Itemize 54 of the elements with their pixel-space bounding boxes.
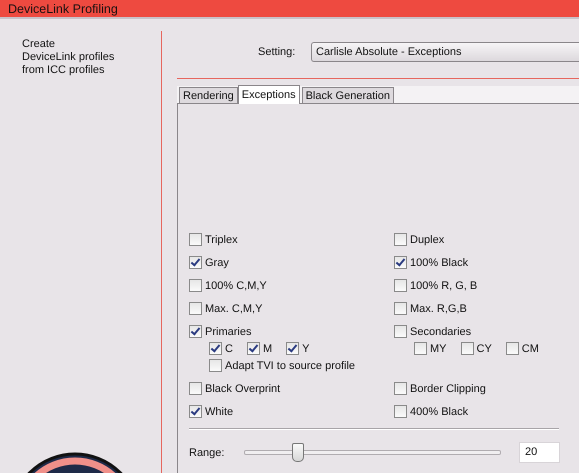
checkbox[interactable] (189, 256, 202, 269)
checkbox[interactable] (189, 382, 202, 395)
tab[interactable]: Exceptions (238, 85, 300, 104)
option-label: Adapt TVI to source profile (225, 360, 356, 372)
option-label: Secondaries (410, 326, 472, 338)
option-label: Max. C,M,Y (205, 302, 262, 314)
option-label: Duplex (410, 234, 444, 246)
setting-dropdown[interactable]: Carlisle Absolute - Exceptions (311, 42, 579, 62)
option-label: CM (522, 342, 539, 354)
option-label: Triplex (205, 234, 238, 246)
description-text: Create DeviceLink profiles from ICC profiles (22, 38, 116, 77)
option-label: MY (430, 342, 446, 354)
option-label: White (205, 406, 234, 418)
window-title: DeviceLink Profiling (8, 2, 118, 16)
range-label: Range: (189, 446, 226, 458)
option-label: Black Overprint (205, 382, 280, 394)
checkbox[interactable] (394, 325, 407, 338)
checkbox[interactable] (209, 359, 222, 372)
checkbox[interactable] (209, 342, 222, 355)
option-label: 100% R, G, B (410, 280, 478, 292)
slider-thumb[interactable] (292, 443, 304, 462)
option-label: Y (302, 342, 310, 354)
tab[interactable]: Black Generation (302, 87, 394, 103)
logo-icon (26, 452, 124, 473)
option-label: Primaries (205, 326, 252, 338)
checkbox[interactable] (394, 302, 407, 315)
option-label: 100% Black (410, 256, 468, 268)
checkbox[interactable] (286, 342, 300, 355)
range-slider[interactable] (244, 443, 501, 462)
checkbox[interactable] (246, 342, 260, 355)
checkbox[interactable] (189, 405, 202, 418)
checkbox[interactable] (189, 279, 202, 292)
tab[interactable]: Rendering (179, 87, 238, 103)
checkbox[interactable] (394, 279, 407, 292)
checkbox[interactable] (460, 342, 474, 355)
checkbox[interactable] (414, 342, 427, 355)
checkbox[interactable] (189, 325, 202, 338)
option-label: CY (476, 342, 492, 354)
range-input[interactable]: 20 (519, 442, 560, 463)
option-label: Max. R,G,B (410, 302, 467, 314)
checkbox[interactable] (506, 342, 519, 355)
checkbox[interactable] (189, 233, 202, 246)
option-label: 100% C,M,Y (205, 280, 267, 292)
option-label: 400% Black (410, 406, 468, 418)
checkbox[interactable] (189, 302, 202, 315)
setting-label: Setting: (258, 46, 296, 58)
checkbox[interactable] (394, 256, 407, 269)
checkbox[interactable] (394, 405, 407, 418)
checkbox[interactable] (394, 233, 407, 246)
option-label: Border Clipping (410, 382, 486, 394)
option-label: Gray (205, 256, 229, 268)
option-label: M (262, 342, 272, 354)
option-label: C (225, 342, 233, 354)
checkbox[interactable] (394, 382, 407, 395)
